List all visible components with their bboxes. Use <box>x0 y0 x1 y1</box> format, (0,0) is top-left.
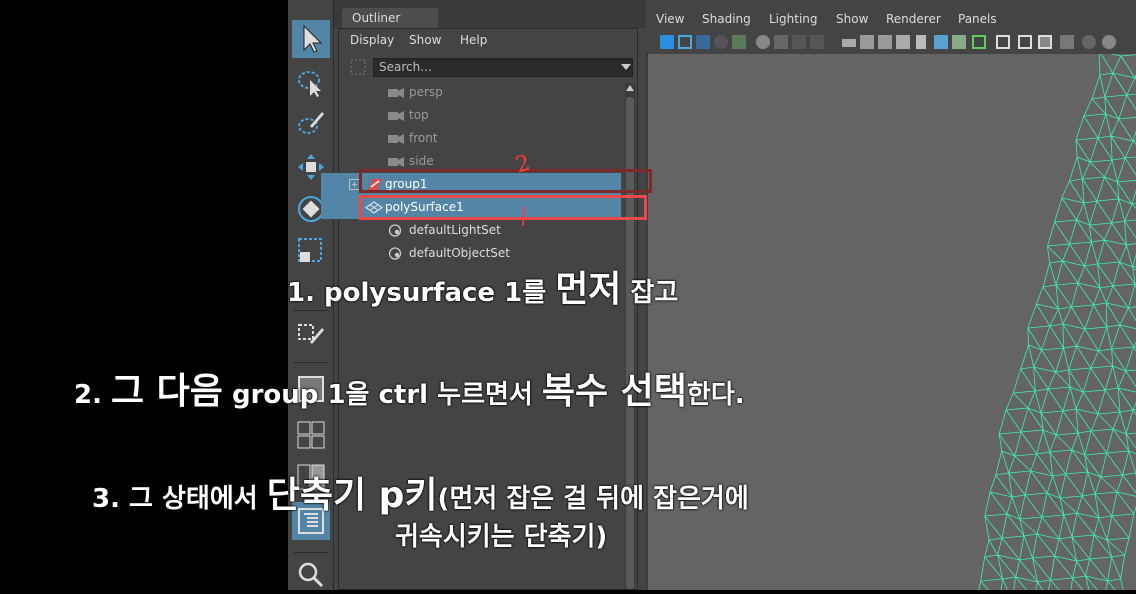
text-part: group 1을 ctrl 누르면서 <box>222 380 542 410</box>
camera-icon <box>388 111 404 121</box>
2d-pan-icon[interactable] <box>732 35 746 49</box>
menu-show[interactable]: Show <box>409 33 441 47</box>
menu-renderer[interactable]: Renderer <box>886 12 941 26</box>
safe-title-icon[interactable] <box>896 35 910 49</box>
dropdown-arrow-icon[interactable] <box>621 64 631 71</box>
image-plane-icon[interactable] <box>714 35 728 49</box>
wireframe-mode-icon[interactable] <box>996 35 1010 49</box>
outliner-tab[interactable]: Outliner <box>342 8 438 28</box>
menu-display[interactable]: Display <box>350 33 394 47</box>
gate-mask-icon[interactable] <box>842 39 856 47</box>
item-label: persp <box>409 85 443 99</box>
select-edit-icon <box>298 324 324 344</box>
annotation-box-2 <box>359 169 652 193</box>
instruction-line-1: 1. polysurface 1를 먼저 잡고 <box>287 260 678 312</box>
text-emphasis: 먼저 <box>555 269 622 310</box>
item-label: front <box>409 131 438 145</box>
text-part: (먼저 잡은 걸 뒤에 잡은거에 <box>437 484 749 514</box>
menu-shading[interactable]: Shading <box>702 12 751 26</box>
select-tool-button[interactable] <box>292 20 330 58</box>
field-chart-icon[interactable] <box>860 35 874 49</box>
menu-lighting[interactable]: Lighting <box>769 12 818 26</box>
snap-grid-icon[interactable] <box>952 35 966 49</box>
paint-brush-icon <box>298 112 324 134</box>
snap-icon[interactable] <box>934 35 948 49</box>
wireframe-edges <box>978 54 1136 590</box>
instruction-line-4: 귀속시키는 단축기) <box>395 522 608 552</box>
menu-help[interactable]: Help <box>460 33 487 47</box>
text-part: 3. 그 상태에서 <box>92 484 267 514</box>
lasso-tool-button[interactable] <box>292 64 330 102</box>
search-row: Search... <box>343 55 633 79</box>
text-part: 한다. <box>686 380 745 410</box>
set-icon <box>388 224 402 237</box>
menu-panels[interactable]: Panels <box>958 12 997 26</box>
menu-show[interactable]: Show <box>836 12 868 26</box>
four-pane-layout-button[interactable] <box>292 416 330 454</box>
list-item-persp[interactable]: persp <box>339 81 619 104</box>
shadows-icon[interactable] <box>1082 35 1096 49</box>
camera-icon <box>388 134 404 144</box>
list-item-defaultlightset[interactable]: defaultLightSet <box>339 219 619 242</box>
camera-icon <box>388 157 404 167</box>
wireframe-on-shaded-icon[interactable] <box>972 35 986 49</box>
item-label: defaultLightSet <box>409 223 501 237</box>
paint-select-tool-button[interactable] <box>292 104 330 142</box>
item-label: top <box>409 108 429 122</box>
toolbox-divider <box>294 552 328 553</box>
magnifier-icon <box>298 562 324 588</box>
lasso-icon <box>298 71 321 97</box>
resolution-gate-icon[interactable] <box>810 35 824 49</box>
filter-icon[interactable] <box>349 58 367 76</box>
lighting-mode-icon[interactable] <box>1060 35 1074 49</box>
search-tool-button[interactable] <box>292 556 330 594</box>
annotation-box-1 <box>359 195 647 220</box>
instruction-line-2: 2. 그 다음 group 1을 ctrl 누르면서 복수 선택한다. <box>74 362 745 414</box>
list-item-front[interactable]: front <box>339 127 619 150</box>
safe-action-icon[interactable] <box>878 35 892 49</box>
text-part: 2. <box>74 380 112 410</box>
four-pane-icon <box>297 421 325 449</box>
scroll-up-arrow-icon[interactable] <box>626 85 634 92</box>
film-gate-icon[interactable] <box>792 35 806 49</box>
viewport-toolbar <box>646 32 1136 55</box>
bookmark-flag-icon[interactable] <box>916 35 926 49</box>
outliner-tab-strip: Outliner <box>334 0 646 28</box>
text-part: 잡고 <box>621 278 679 308</box>
smooth-shade-icon[interactable] <box>1018 35 1032 49</box>
viewport-menubar: View Shading Lighting Show Renderer Pane… <box>646 0 1136 32</box>
camera-icon <box>388 88 404 98</box>
ambient-occlusion-icon[interactable] <box>1102 35 1116 49</box>
grid-toggle-icon[interactable] <box>774 35 788 49</box>
instruction-line-3: 3. 그 상태에서 단축기 p키(먼저 잡은 걸 뒤에 잡은거에 <box>92 466 749 518</box>
text-emphasis: 단축기 p키 <box>266 475 438 516</box>
select-camera-icon[interactable] <box>660 35 674 49</box>
text-emphasis: 그 다음 <box>111 371 223 412</box>
set-icon <box>388 247 402 260</box>
search-input[interactable]: Search... <box>373 58 633 77</box>
arrow-cursor-icon <box>303 24 323 53</box>
menu-view[interactable]: View <box>656 12 684 26</box>
soft-select-tool-button[interactable] <box>292 316 330 354</box>
list-item-top[interactable]: top <box>339 104 619 127</box>
grease-pencil-icon[interactable] <box>756 35 770 49</box>
text-part: 1. polysurface 1를 <box>287 278 556 308</box>
camera-attributes-icon[interactable] <box>678 35 692 49</box>
bookmark-icon[interactable] <box>696 35 710 49</box>
text-emphasis: 복수 선택 <box>541 371 687 412</box>
textured-mode-icon[interactable] <box>1038 35 1052 49</box>
